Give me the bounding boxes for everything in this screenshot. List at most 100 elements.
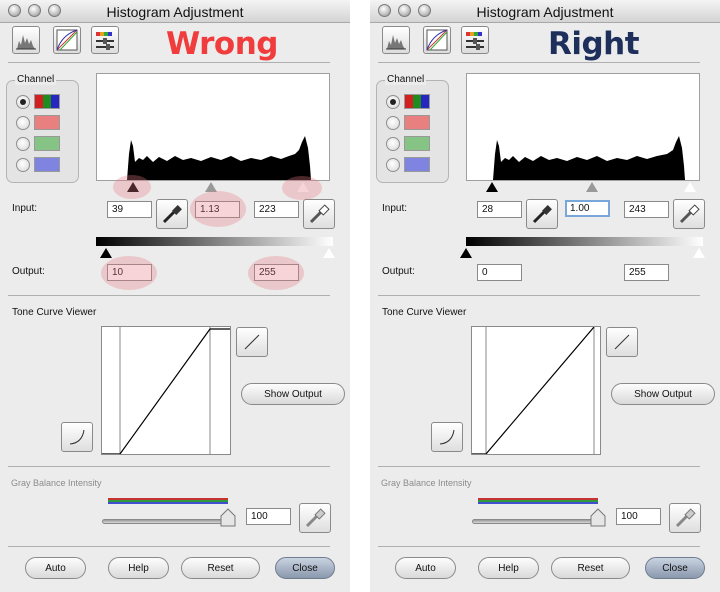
output-label: Output: <box>382 266 415 277</box>
linear-curve-button[interactable] <box>236 327 268 357</box>
eyedropper-icon <box>305 508 326 528</box>
input-gamma-slider[interactable] <box>586 182 598 192</box>
tone-curve-icon <box>439 429 455 445</box>
divider <box>378 546 700 547</box>
channel-swatch-green <box>34 136 60 151</box>
histogram-window-right: Histogram Adjustment Right Channel Input… <box>370 0 720 592</box>
auto-button[interactable]: Auto <box>395 557 456 579</box>
black-eyedropper-button[interactable] <box>156 199 188 229</box>
reset-button[interactable]: Reset <box>181 557 260 579</box>
page-heading: Wrong <box>166 26 279 62</box>
input-black-field[interactable]: 28 <box>477 201 522 218</box>
linear-curve-button[interactable] <box>606 327 638 357</box>
gray-balance-slider-thumb[interactable] <box>589 508 607 528</box>
histogram-display <box>466 73 700 181</box>
tone-curve-label: Tone Curve Viewer <box>12 307 97 318</box>
color-balance-tool-button[interactable] <box>91 26 119 54</box>
input-white-slider[interactable] <box>684 182 696 192</box>
show-output-button[interactable]: Show Output <box>611 383 715 405</box>
divider <box>8 546 330 547</box>
page-heading: Right <box>548 26 640 62</box>
gray-balance-label: Gray Balance Intensity <box>381 478 472 488</box>
channel-label: Channel <box>385 74 427 85</box>
color-balance-tool-button[interactable] <box>461 26 489 54</box>
help-button[interactable]: Help <box>108 557 169 579</box>
output-white-field[interactable]: 255 <box>624 264 669 281</box>
close-button[interactable]: Close <box>275 557 335 579</box>
gray-balance-slider-track[interactable] <box>472 519 602 524</box>
title-bar: Histogram Adjustment <box>0 0 350 23</box>
window-title: Histogram Adjustment <box>106 4 244 20</box>
input-black-slider[interactable] <box>486 182 498 192</box>
output-gradient-bar <box>96 237 333 246</box>
channel-radio-green[interactable] <box>386 137 400 151</box>
highlight-marker <box>113 175 151 199</box>
show-output-button[interactable]: Show Output <box>241 383 345 405</box>
eyedropper-icon <box>309 204 330 224</box>
auto-button[interactable]: Auto <box>25 557 86 579</box>
help-button[interactable]: Help <box>478 557 539 579</box>
smooth-curve-button[interactable] <box>61 422 93 452</box>
tone-line-icon <box>614 334 630 350</box>
divider <box>378 62 700 63</box>
output-black-slider[interactable] <box>100 248 112 258</box>
window-title: Histogram Adjustment <box>476 4 614 20</box>
input-gamma-field[interactable]: 1.00 <box>565 200 610 217</box>
gray-eyedropper-button[interactable] <box>669 503 701 533</box>
tone-curve-icon <box>69 429 85 445</box>
output-white-slider[interactable] <box>323 248 335 258</box>
channel-radio-green[interactable] <box>16 137 30 151</box>
channel-radio-blue[interactable] <box>16 158 30 172</box>
white-eyedropper-button[interactable] <box>673 199 705 229</box>
curves-tool-button[interactable] <box>423 26 451 54</box>
input-white-field[interactable]: 243 <box>624 201 669 218</box>
gray-balance-slider-track[interactable] <box>102 519 232 524</box>
channel-radio-rgb[interactable] <box>16 95 30 109</box>
divider <box>8 295 330 296</box>
output-white-slider[interactable] <box>693 248 705 258</box>
channel-radio-blue[interactable] <box>386 158 400 172</box>
input-black-field[interactable]: 39 <box>107 201 152 218</box>
channel-swatch-blue <box>34 157 60 172</box>
eyedropper-icon <box>679 204 700 224</box>
gray-eyedropper-button[interactable] <box>299 503 331 533</box>
channel-radio-rgb[interactable] <box>386 95 400 109</box>
tone-line-icon <box>244 334 260 350</box>
reset-button[interactable]: Reset <box>551 557 630 579</box>
channel-radio-red[interactable] <box>16 116 30 130</box>
color-balance-icon <box>96 32 114 50</box>
histogram-tool-button[interactable] <box>382 26 410 54</box>
black-eyedropper-button[interactable] <box>526 199 558 229</box>
smooth-curve-button[interactable] <box>431 422 463 452</box>
eyedropper-icon <box>162 205 182 224</box>
tone-curve-viewer <box>471 326 601 455</box>
input-white-field[interactable]: 223 <box>254 201 299 218</box>
channel-label: Channel <box>15 74 57 85</box>
highlight-marker <box>101 256 157 290</box>
gray-balance-field[interactable]: 100 <box>616 508 661 525</box>
histogram-tool-button[interactable] <box>12 26 40 54</box>
histogram-icon <box>386 35 406 50</box>
divider <box>378 295 700 296</box>
gray-balance-spectrum <box>478 498 598 504</box>
highlight-marker <box>282 176 322 200</box>
channel-swatch-rgb <box>404 94 430 109</box>
tone-curve-graph <box>472 327 595 454</box>
eyedropper-icon <box>532 205 552 224</box>
curve-icon <box>56 29 78 51</box>
gray-balance-label: Gray Balance Intensity <box>11 478 102 488</box>
output-label: Output: <box>12 266 45 277</box>
curves-tool-button[interactable] <box>53 26 81 54</box>
highlight-marker <box>248 256 304 290</box>
close-button[interactable]: Close <box>645 557 705 579</box>
output-black-slider[interactable] <box>460 248 472 258</box>
gray-balance-field[interactable]: 100 <box>246 508 291 525</box>
gray-balance-spectrum <box>108 498 228 504</box>
white-eyedropper-button[interactable] <box>303 199 335 229</box>
output-black-field[interactable]: 0 <box>477 264 522 281</box>
histogram-graph <box>493 136 685 180</box>
gray-balance-slider-thumb[interactable] <box>219 508 237 528</box>
channel-radio-red[interactable] <box>386 116 400 130</box>
divider <box>8 62 330 63</box>
channel-swatch-red <box>404 115 430 130</box>
